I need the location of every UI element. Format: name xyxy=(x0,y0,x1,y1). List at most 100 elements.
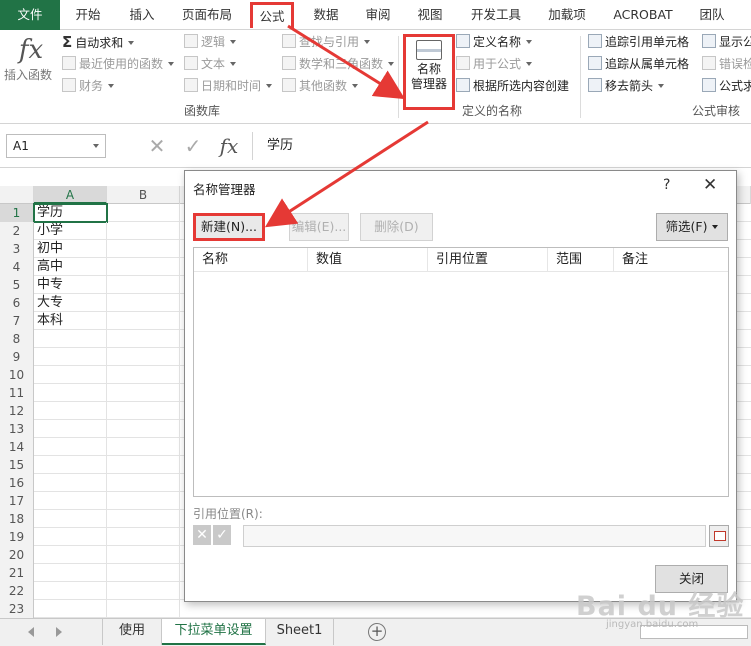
cell-a[interactable] xyxy=(34,492,107,510)
cell-b[interactable] xyxy=(107,474,180,492)
cell-b[interactable] xyxy=(107,510,180,528)
evaluate-formula-button[interactable]: 公式求 xyxy=(702,76,751,96)
row-header[interactable]: 11 xyxy=(0,384,34,402)
cell-a[interactable]: 本科 xyxy=(34,312,107,330)
text-button[interactable]: 文本 xyxy=(184,54,237,74)
list-header-value[interactable]: 数值 xyxy=(308,248,428,272)
row-header[interactable]: 2 xyxy=(0,222,34,240)
close-icon[interactable]: ✕ xyxy=(703,175,717,195)
tab-addins[interactable]: 加载项 xyxy=(540,0,594,30)
column-header-a[interactable]: A xyxy=(34,186,107,204)
cell-b[interactable] xyxy=(107,204,180,222)
formula-input[interactable]: 学历 xyxy=(252,132,751,160)
add-sheet-icon[interactable]: + xyxy=(368,623,386,641)
list-header-name[interactable]: 名称 xyxy=(194,248,308,272)
tab-page-layout[interactable]: 页面布局 xyxy=(176,0,238,30)
use-in-formula-button[interactable]: 用于公式 xyxy=(456,54,533,74)
row-header[interactable]: 15 xyxy=(0,456,34,474)
sheet-tab-dropdown-settings[interactable]: 下拉菜单设置 xyxy=(162,619,266,645)
recent-functions-button[interactable]: 最近使用的函数 xyxy=(62,54,175,74)
cell-a[interactable] xyxy=(34,546,107,564)
row-header[interactable]: 21 xyxy=(0,564,34,582)
row-header[interactable]: 10 xyxy=(0,366,34,384)
tab-insert[interactable]: 插入 xyxy=(120,0,164,30)
remove-arrows-button[interactable]: 移去箭头 xyxy=(588,76,665,96)
cell-a[interactable]: 学历 xyxy=(33,203,108,223)
row-header[interactable]: 16 xyxy=(0,474,34,492)
cell-a[interactable] xyxy=(34,510,107,528)
cell-b[interactable] xyxy=(107,492,180,510)
refers-to-input[interactable] xyxy=(243,525,706,547)
name-manager-button[interactable]: 名称 管理器 xyxy=(403,34,455,110)
cell-a[interactable] xyxy=(34,366,107,384)
cell-a[interactable] xyxy=(34,564,107,582)
cell-a[interactable] xyxy=(34,582,107,600)
cell-a[interactable] xyxy=(34,600,107,618)
insert-function-icon[interactable]: fx xyxy=(214,132,244,160)
list-header-comment[interactable]: 备注 xyxy=(614,248,728,272)
sheet-tab-usage[interactable]: 使用表 xyxy=(102,619,162,645)
select-all-corner[interactable] xyxy=(0,186,34,204)
check-icon[interactable]: ✓ xyxy=(213,525,231,545)
row-header[interactable]: 1 xyxy=(0,204,34,222)
insert-function-button[interactable]: fx 插入函数 xyxy=(4,34,56,94)
lookup-button[interactable]: 查找与引用 xyxy=(282,32,371,52)
cell-b[interactable] xyxy=(107,222,180,240)
cell-b[interactable] xyxy=(107,348,180,366)
row-header[interactable]: 5 xyxy=(0,276,34,294)
more-functions-button[interactable]: 其他函数 xyxy=(282,76,359,96)
tab-review[interactable]: 审阅 xyxy=(356,0,400,30)
cell-b[interactable] xyxy=(107,366,180,384)
tab-data[interactable]: 数据 xyxy=(304,0,348,30)
trace-precedents-button[interactable]: 追踪引用单元格 xyxy=(588,32,689,52)
row-header[interactable]: 6 xyxy=(0,294,34,312)
cell-a[interactable] xyxy=(34,402,107,420)
cell-b[interactable] xyxy=(107,276,180,294)
edit-name-button[interactable]: 编辑(E)... xyxy=(289,213,349,241)
tab-file[interactable]: 文件 xyxy=(0,0,60,30)
cell-a[interactable] xyxy=(34,456,107,474)
row-header[interactable]: 23 xyxy=(0,600,34,618)
cell-a[interactable] xyxy=(34,420,107,438)
enter-icon[interactable]: ✓ xyxy=(178,132,208,160)
tab-developer[interactable]: 开发工具 xyxy=(464,0,528,30)
datetime-button[interactable]: 日期和时间 xyxy=(184,76,273,96)
cell-a[interactable]: 高中 xyxy=(34,258,107,276)
cell-a[interactable]: 小学 xyxy=(34,222,107,240)
delete-name-button[interactable]: 删除(D) xyxy=(360,213,433,241)
row-header[interactable]: 7 xyxy=(0,312,34,330)
row-header[interactable]: 20 xyxy=(0,546,34,564)
cell-a[interactable] xyxy=(34,474,107,492)
autosum-button[interactable]: Σ 自动求和 xyxy=(62,32,135,52)
cell-a[interactable] xyxy=(34,528,107,546)
create-from-selection-button[interactable]: 根据所选内容创建 xyxy=(456,76,569,96)
row-header[interactable]: 12 xyxy=(0,402,34,420)
show-formulas-button[interactable]: 显示公 xyxy=(702,32,751,52)
cell-a[interactable]: 中专 xyxy=(34,276,107,294)
cell-b[interactable] xyxy=(107,582,180,600)
cell-a[interactable] xyxy=(34,384,107,402)
cell-a[interactable] xyxy=(34,330,107,348)
cell-b[interactable] xyxy=(107,600,180,618)
cell-b[interactable] xyxy=(107,384,180,402)
collapse-dialog-icon[interactable] xyxy=(709,525,729,547)
row-header[interactable]: 8 xyxy=(0,330,34,348)
row-header[interactable]: 22 xyxy=(0,582,34,600)
cell-b[interactable] xyxy=(107,312,180,330)
column-header-b[interactable]: B xyxy=(107,186,180,204)
list-header-refers-to[interactable]: 引用位置 xyxy=(428,248,548,272)
cell-b[interactable] xyxy=(107,438,180,456)
filter-button[interactable]: 筛选(F) xyxy=(656,213,728,241)
name-box[interactable]: A1 xyxy=(6,134,106,158)
row-header[interactable]: 9 xyxy=(0,348,34,366)
row-header[interactable]: 17 xyxy=(0,492,34,510)
list-header-scope[interactable]: 范围 xyxy=(548,248,614,272)
cell-b[interactable] xyxy=(107,402,180,420)
tab-home[interactable]: 开始 xyxy=(66,0,110,30)
row-header[interactable]: 13 xyxy=(0,420,34,438)
cell-b[interactable] xyxy=(107,258,180,276)
define-name-button[interactable]: 定义名称 xyxy=(456,32,533,52)
help-icon[interactable]: ? xyxy=(663,177,670,193)
scroll-left-icon[interactable] xyxy=(28,627,34,637)
cancel-icon[interactable]: ✕ xyxy=(142,132,172,160)
